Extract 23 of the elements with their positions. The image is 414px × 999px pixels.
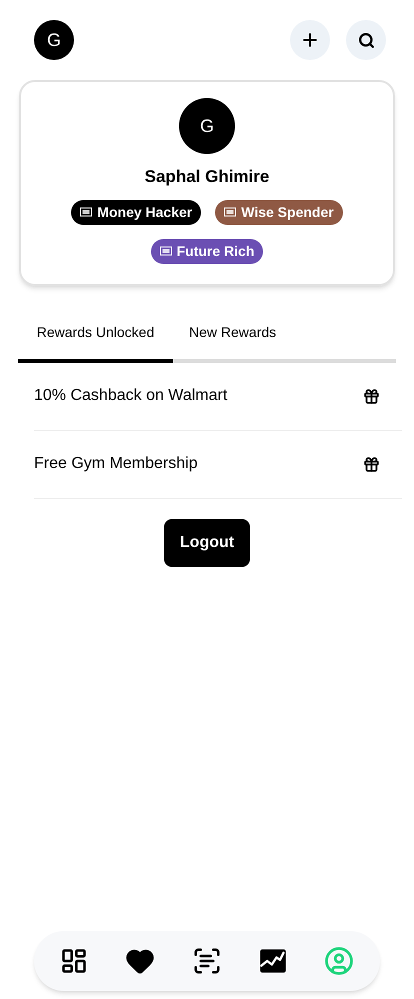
add-button[interactable] [290,20,330,60]
achievement-tag: Wise Spender [215,200,343,224]
card-icon [80,207,92,217]
profile-avatar: G [179,98,235,154]
tab[interactable]: New Rewards [173,322,396,362]
achievement-tag: Future Rich [150,238,264,264]
achievement-tag: Money Hacker [71,200,202,224]
card-icon [224,207,236,217]
gift-icon [363,388,380,404]
tab[interactable]: Rewards Unlocked [18,322,173,362]
profile-name: Saphal Ghimire [144,166,270,188]
search-button[interactable] [346,20,386,60]
dashboard-icon[interactable] [60,947,88,975]
card-icon [160,246,172,256]
reward-title: 10% Cashback on Walmart [34,386,228,406]
scan-icon[interactable] [192,946,222,976]
logout-button[interactable]: Logout [164,518,250,566]
plus-icon [300,30,320,50]
search-icon [358,32,374,48]
reward-title: Free Gym Membership [34,454,198,474]
gift-icon [363,456,380,472]
chart-icon[interactable] [258,947,287,975]
avatar[interactable]: G [34,20,74,60]
